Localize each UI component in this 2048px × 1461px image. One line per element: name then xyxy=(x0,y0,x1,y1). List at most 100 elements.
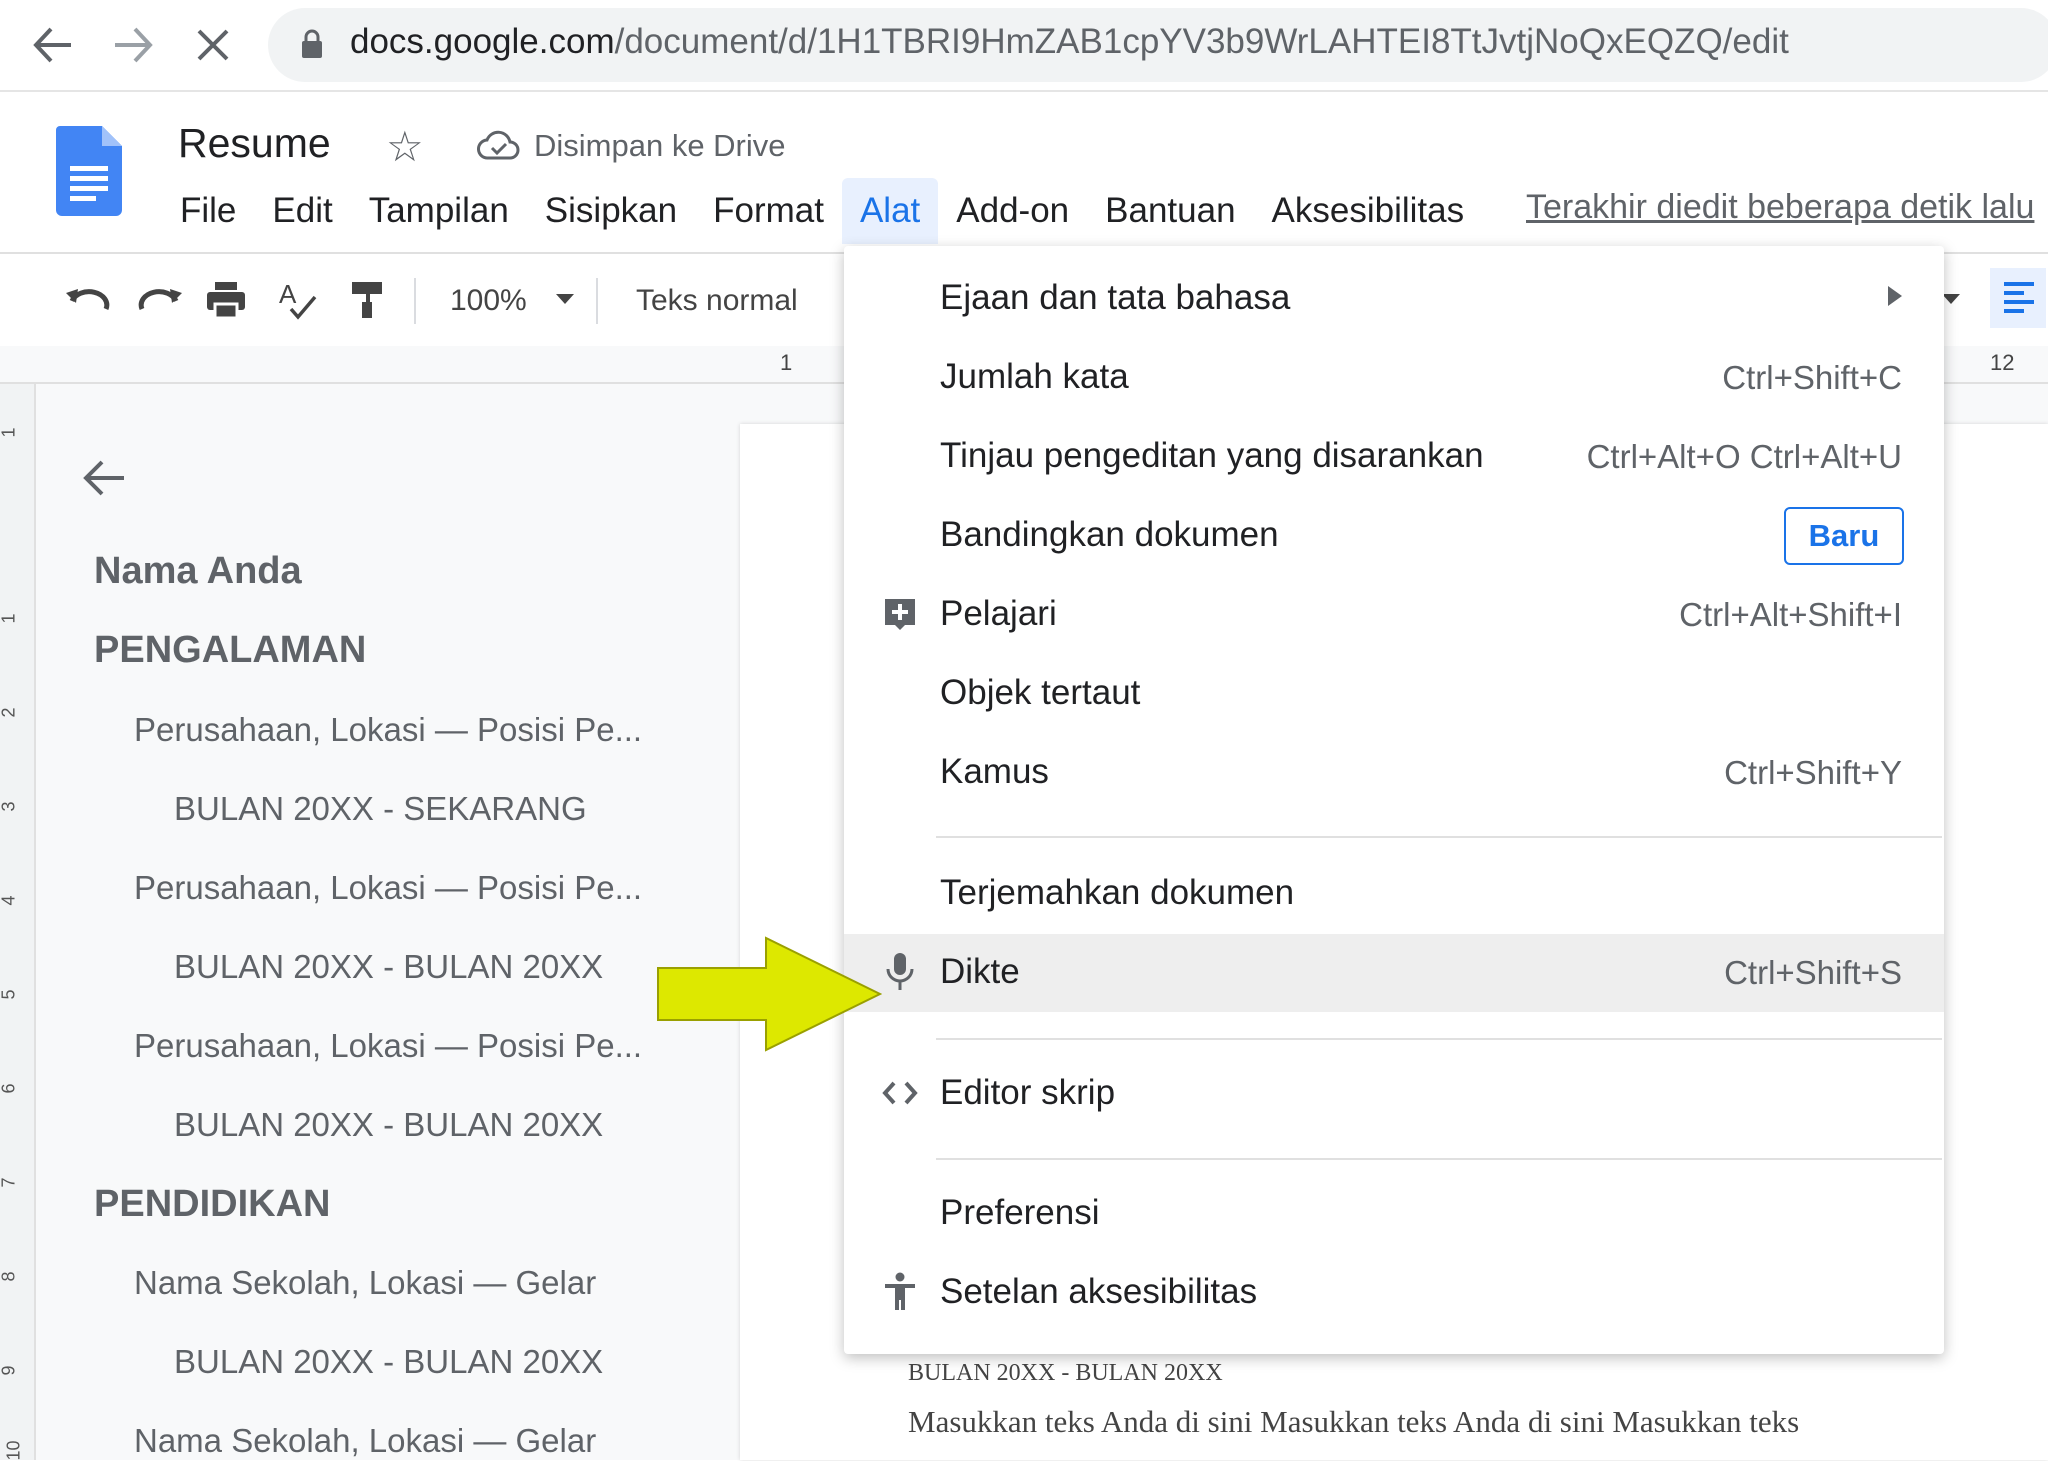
menu-item-shortcut: Ctrl+Shift+C xyxy=(1722,359,1902,396)
chevron-down-icon[interactable] xyxy=(1942,294,1960,304)
document-date-line[interactable]: BULAN 20XX - BULAN 20XX xyxy=(908,1360,1223,1387)
menu-item-label: Preferensi xyxy=(940,1193,1100,1232)
menu-item-label: Editor skrip xyxy=(940,1073,1116,1112)
menu-divider xyxy=(936,1158,1942,1160)
zoom-select[interactable]: 100% xyxy=(450,284,527,318)
menu-edit[interactable]: Edit xyxy=(254,178,350,244)
new-badge: Baru xyxy=(1784,507,1904,565)
ruler-mark: 4 xyxy=(0,895,19,906)
ruler-mark: 12 xyxy=(1990,350,2015,375)
menu-item-shortcut: Ctrl+Alt+Shift+I xyxy=(1679,596,1902,633)
menu-item-script-editor[interactable]: Editor skrip xyxy=(844,1055,1944,1133)
menu-item-review-suggested-edits[interactable]: Tinjau pengeditan yang disarankan Ctrl+A… xyxy=(844,418,1944,496)
menu-format[interactable]: Format xyxy=(695,178,842,244)
menu-item-label: Tinjau pengeditan yang disarankan xyxy=(940,436,1484,475)
last-edit-link[interactable]: Terakhir diedit beberapa detik lalu xyxy=(1526,188,2034,227)
menu-item-label: Terjemahkan dokumen xyxy=(940,873,1295,912)
ruler-mark: 1 xyxy=(780,350,793,375)
menu-item-dictionary[interactable]: Kamus Ctrl+Shift+Y xyxy=(844,734,1944,812)
menu-item-explore[interactable]: Pelajari Ctrl+Alt+Shift+I xyxy=(844,576,1944,654)
outline-item[interactable]: PENDIDIKAN xyxy=(94,1183,330,1226)
menu-item-word-count[interactable]: Jumlah kata Ctrl+Shift+C xyxy=(844,339,1944,417)
url-path: /document/d/1H1TBRI9HmZAB1cpYV3b9WrLAHTE… xyxy=(614,22,1789,61)
menu-item-voice-typing[interactable]: Dikte Ctrl+Shift+S xyxy=(844,934,1944,1012)
save-status: Disimpan ke Drive xyxy=(534,128,786,163)
redo-icon[interactable] xyxy=(136,276,184,324)
vertical-ruler[interactable]: 1 1 2 3 4 5 6 7 8 9 10 xyxy=(0,384,36,1461)
lock-icon xyxy=(302,29,322,58)
menu-item-shortcut: Ctrl+Shift+Y xyxy=(1724,754,1902,791)
ruler-mark: 1 xyxy=(0,427,19,438)
ruler-mark: 3 xyxy=(0,801,19,812)
menu-accessibility[interactable]: Aksesibilitas xyxy=(1254,178,1483,244)
cloud-done-icon[interactable] xyxy=(476,130,522,162)
tools-menu-dropdown: Ejaan dan tata bahasa Jumlah kata Ctrl+S… xyxy=(844,246,1944,1354)
annotation-arrow-icon xyxy=(657,936,882,1052)
microphone-icon xyxy=(880,952,920,992)
menu-item-shortcut: Ctrl+Alt+O Ctrl+Alt+U xyxy=(1586,438,1902,475)
chevron-down-icon[interactable] xyxy=(556,294,574,304)
menu-item-label: Objek tertaut xyxy=(940,673,1141,712)
menu-file[interactable]: File xyxy=(162,178,254,244)
toolbar-divider xyxy=(414,278,416,324)
ruler-mark: 1 xyxy=(0,613,19,624)
outline-item[interactable]: Nama Anda xyxy=(94,550,302,593)
outline-item[interactable]: BULAN 20XX - BULAN 20XX xyxy=(174,1343,603,1381)
ruler-mark: 10 xyxy=(3,1440,24,1461)
menu-item-compare-documents[interactable]: Bandingkan dokumen Baru xyxy=(844,497,1944,575)
menu-view[interactable]: Tampilan xyxy=(351,178,527,244)
menu-insert[interactable]: Sisipkan xyxy=(527,178,695,244)
toolbar-divider xyxy=(596,278,598,324)
ruler-mark: 9 xyxy=(0,1365,19,1376)
browser-toolbar: docs.google.com/document/d/1H1TBRI9HmZAB… xyxy=(0,0,2048,92)
menu-item-label: Setelan aksesibilitas xyxy=(940,1272,1258,1311)
menu-item-shortcut: Ctrl+Shift+S xyxy=(1724,954,1902,991)
undo-icon[interactable] xyxy=(64,276,112,324)
accessibility-icon xyxy=(880,1272,920,1312)
menu-item-accessibility-settings[interactable]: Setelan aksesibilitas xyxy=(844,1254,1944,1332)
menu-divider xyxy=(936,1038,1942,1040)
menu-bar: File Edit Tampilan Sisipkan Format Alat … xyxy=(162,178,1482,244)
spellcheck-icon[interactable]: A xyxy=(274,276,322,324)
outline-item[interactable]: BULAN 20XX - BULAN 20XX xyxy=(174,948,603,986)
outline-item[interactable]: BULAN 20XX - BULAN 20XX xyxy=(174,1106,603,1144)
forward-arrow-icon[interactable] xyxy=(106,18,160,72)
menu-item-label: Dikte xyxy=(940,952,1020,991)
explore-plus-icon xyxy=(880,594,920,634)
outline-item[interactable]: Perusahaan, Lokasi — Posisi Pe... xyxy=(134,1027,642,1065)
close-icon[interactable] xyxy=(186,18,240,72)
outline-item[interactable]: Perusahaan, Lokasi — Posisi Pe... xyxy=(134,869,642,907)
menu-item-label: Bandingkan dokumen xyxy=(940,515,1279,554)
menu-item-label: Pelajari xyxy=(940,594,1057,633)
menu-item-translate-document[interactable]: Terjemahkan dokumen xyxy=(844,855,1944,933)
menu-help[interactable]: Bantuan xyxy=(1087,178,1253,244)
code-icon xyxy=(880,1073,920,1113)
outline-item[interactable]: Perusahaan, Lokasi — Posisi Pe... xyxy=(134,711,642,749)
ruler-mark: 2 xyxy=(0,707,19,718)
menu-tools[interactable]: Alat xyxy=(841,178,939,244)
menu-addons[interactable]: Add-on xyxy=(938,178,1087,244)
outline-item[interactable]: Nama Sekolah, Lokasi — Gelar xyxy=(134,1422,596,1460)
url-text[interactable]: docs.google.com/document/d/1H1TBRI9HmZAB… xyxy=(350,22,1789,62)
outline-item[interactable]: PENGALAMAN xyxy=(94,629,366,672)
menu-item-label: Jumlah kata xyxy=(940,357,1129,396)
back-arrow-icon[interactable] xyxy=(26,18,80,72)
star-icon[interactable]: ☆ xyxy=(386,122,424,171)
outline-item[interactable]: Nama Sekolah, Lokasi — Gelar xyxy=(134,1264,596,1302)
menu-item-spelling-grammar[interactable]: Ejaan dan tata bahasa xyxy=(844,260,1944,338)
print-icon[interactable] xyxy=(202,276,250,324)
menu-divider xyxy=(936,836,1942,838)
paragraph-style-select[interactable]: Teks normal xyxy=(636,284,798,318)
menu-item-linked-objects[interactable]: Objek tertaut xyxy=(844,655,1944,733)
paint-format-icon[interactable] xyxy=(344,276,392,324)
google-docs-logo-icon[interactable] xyxy=(56,126,122,216)
document-title[interactable]: Resume xyxy=(178,120,331,167)
submenu-arrow-icon xyxy=(1888,286,1902,306)
document-body-text[interactable]: Masukkan teks Anda di sini Masukkan teks… xyxy=(908,1404,1799,1440)
align-left-button[interactable] xyxy=(1990,268,2046,328)
outline-item[interactable]: BULAN 20XX - SEKARANG xyxy=(174,790,587,828)
back-arrow-icon[interactable] xyxy=(82,452,126,510)
menu-item-preferences[interactable]: Preferensi xyxy=(844,1175,1944,1253)
ruler-mark: 8 xyxy=(0,1271,19,1282)
menu-item-label: Ejaan dan tata bahasa xyxy=(940,278,1291,317)
